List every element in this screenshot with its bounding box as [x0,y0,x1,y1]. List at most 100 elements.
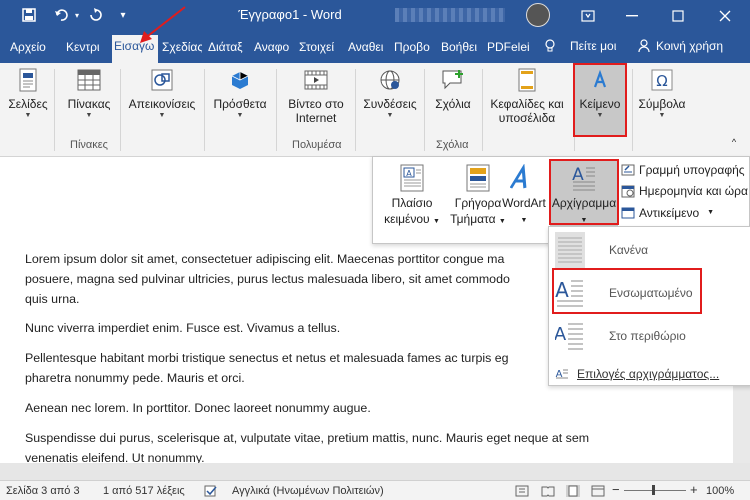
textbox-icon: A [397,163,427,193]
online-video-button[interactable]: Βίντεο στο Internet [282,67,350,125]
maximize-icon[interactable] [658,0,698,31]
addins-icon [227,67,253,93]
close-icon[interactable] [705,0,745,31]
chevron-down-icon: ▼ [236,112,244,119]
tab-file[interactable]: Αρχείο [10,37,46,63]
comments-group-label: Σχόλια [436,139,469,151]
chevron-down-icon: ▼ [658,112,666,119]
links-button[interactable]: Συνδέσεις ▼ [360,67,420,121]
table-button[interactable]: Πίνακας ▼ [62,67,116,121]
pages-label: Σελίδες [8,97,48,111]
language[interactable]: Αγγλικά (Ηνωμένων Πολιτειών) [232,485,384,497]
omega-icon: Ω [649,67,675,93]
illustrations-label: Απεικονίσεις [128,97,196,111]
zoom-out-button[interactable]: − [612,482,620,497]
save-icon[interactable] [18,4,40,26]
proofing-icon[interactable] [204,485,218,500]
avatar[interactable] [526,3,550,27]
header-label-1: Κεφαλίδες και [490,97,564,111]
header-label-2: υποσέλιδα [498,111,556,125]
film-icon [303,67,329,93]
signature-icon [621,163,635,177]
pages-icon [15,67,41,93]
undo-icon[interactable] [50,4,72,26]
video-label-2: Internet [295,111,337,125]
dropcap-options-item[interactable]: A Επιλογές αρχιγράμματος... [555,364,750,384]
read-mode-icon[interactable] [541,485,555,500]
header-footer-button[interactable]: Κεφαλίδες και υποσέλιδα [484,67,570,125]
symbols-button[interactable]: Ω Σύμβολα ▼ [636,67,688,121]
zoom-level[interactable]: 100% [706,485,734,497]
comment-button[interactable]: Σχόλια [428,67,478,111]
illustrations-button[interactable]: Απεικονίσεις ▼ [126,67,198,121]
media-group-label: Πολυμέσα [292,139,342,151]
separator [276,69,277,151]
ribbon-display-options-icon[interactable] [568,0,608,31]
tab-references[interactable]: Αναφο [254,37,294,63]
separator [204,69,205,151]
chevron-down-icon: ▼ [386,112,394,119]
chevron-down-icon: ▼ [707,209,715,216]
undo-dropdown-icon[interactable]: ▾ [72,4,82,26]
pages-button[interactable]: Σελίδες ▼ [6,67,50,121]
tab-pdfelement[interactable]: PDFelei [487,37,532,63]
date-time-button[interactable]: Ημερομηνία και ώρα [621,181,750,200]
dropcap-margin-label: Στο περιθώριο [609,329,686,343]
tab-layout[interactable]: Διάταξ [208,37,248,63]
textbox-label-1: Πλαίσιο [391,196,433,210]
chevron-down-icon: ▼ [85,112,93,119]
wordart-button[interactable]: WordArt ▼ [499,163,549,225]
zoom-in-button[interactable]: + [690,482,698,497]
svg-text:A: A [406,169,412,178]
separator [424,69,425,151]
tab-help[interactable]: Βοήθει [441,37,483,63]
zoom-slider[interactable] [624,490,686,491]
wordart-label: WordArt [502,196,546,210]
doc-line: Suspendisse dui purus, scelerisque at, v… [25,431,590,445]
separator [482,69,483,151]
customize-qat-icon[interactable]: ▾ [116,4,130,26]
print-layout-icon[interactable] [566,485,580,500]
page-count[interactable]: Σελίδα 3 από 3 [6,485,80,497]
web-layout-icon[interactable] [591,485,605,500]
symbols-label: Σύμβολα [638,97,686,111]
dropcap-menu: Κανένα A Ενσωματωμένο A Στο περιθώριο A … [548,226,750,386]
zoom-slider-thumb[interactable] [652,485,655,495]
tab-home[interactable]: Κεντρι [66,37,109,63]
signature-line-button[interactable]: Γραμμή υπογραφής [621,160,750,179]
lightbulb-icon[interactable] [544,39,556,56]
tab-mailings[interactable]: Στοιχεί [299,37,343,63]
tables-group-label: Πίνακες [70,139,108,151]
minimize-icon[interactable] [612,0,652,31]
separator [355,69,356,151]
addins-button[interactable]: Πρόσθετα ▼ [210,67,270,121]
dropcap-none-option[interactable]: Κανένα [555,229,750,271]
word-count[interactable]: 1 από 517 λέξεις [103,485,185,497]
globe-link-icon [377,67,403,93]
table-icon [76,67,102,93]
dropcap-none-thumb [555,232,585,268]
quickparts-icon [463,163,493,193]
share-user-icon[interactable] [638,39,652,56]
textbox-button[interactable]: A Πλαίσιο κειμένου ▼ [379,163,445,230]
signature-line-label: Γραμμή υπογραφής [639,162,745,177]
comment-icon [440,67,466,93]
dropcap-margin-option[interactable]: A Στο περιθώριο [554,315,750,357]
links-label: Συνδέσεις [363,97,417,111]
tell-me-box[interactable]: Πείτε μοι [570,39,616,53]
tab-view[interactable]: Προβο [394,37,434,63]
textbox-label-2: κειμένου ▼ [384,212,440,226]
collapse-ribbon-icon[interactable]: ^ [726,137,742,147]
header-footer-icon [514,67,540,93]
focus-mode-icon[interactable] [515,485,529,500]
tab-review[interactable]: Αναθει [348,37,390,63]
status-bar: Σελίδα 3 από 3 1 από 517 λέξεις Αγγλικά … [0,480,750,500]
title-bar: ▾ ▾ Έγγραφο1 - Word [0,0,750,31]
redo-icon[interactable] [85,4,107,26]
object-button[interactable]: Αντικείμενο ▼ [621,203,750,222]
dropcap-none-label: Κανένα [609,243,649,257]
share-button[interactable]: Κοινή χρήση [656,39,723,53]
comment-label: Σχόλια [435,97,471,111]
blurred-account-name [395,8,505,22]
doc-line: Aenean nec lorem. In porttitor. Donec la… [25,401,371,415]
